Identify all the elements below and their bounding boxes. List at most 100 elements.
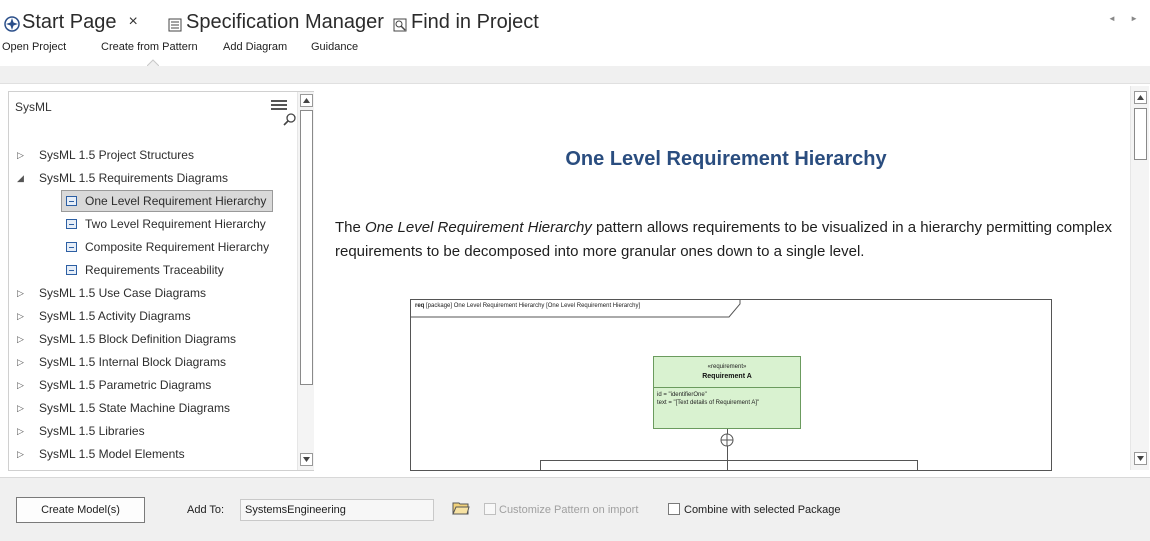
scroll-down-button[interactable] (300, 453, 313, 466)
pattern-icon (66, 265, 77, 275)
browse-package-button[interactable] (452, 499, 470, 517)
tab-specification-manager-label: Specification Manager (186, 10, 384, 33)
tree-item-label: SysML 1.5 Parametric Diagrams (39, 378, 212, 392)
tab-find-in-project[interactable]: Find in Project (393, 9, 539, 35)
child-requirements-bracket (540, 460, 918, 470)
expand-icon[interactable]: ▷ (17, 449, 29, 460)
tree-item-use-case-diagrams[interactable]: ▷ SysML 1.5 Use Case Diagrams (17, 282, 206, 304)
expand-icon[interactable]: ▷ (17, 288, 29, 299)
frame-text: [package] One Level Requirement Hierarch… (424, 303, 641, 309)
tree-item-requirements-diagrams[interactable]: ◢ SysML 1.5 Requirements Diagrams (17, 167, 228, 189)
expand-icon[interactable]: ▷ (17, 311, 29, 322)
tree-item-internal-block-diagrams[interactable]: ▷ SysML 1.5 Internal Block Diagrams (17, 351, 226, 373)
add-to-label: Add To: (187, 504, 225, 516)
pattern-diagram-preview: req [package] One Level Requirement Hier… (410, 299, 1052, 471)
tree-item-project-structures[interactable]: ▷ SysML 1.5 Project Structures (17, 144, 194, 166)
expand-icon[interactable]: ▷ (17, 380, 29, 391)
pattern-description: The One Level Requirement Hierarchy patt… (335, 216, 1120, 264)
containment-anchor-icon (720, 433, 734, 447)
tree-scrollbar[interactable] (297, 92, 314, 470)
compartment-divider (654, 387, 800, 388)
tree-header: SysML (9, 92, 297, 116)
collapse-icon[interactable]: ◢ (17, 173, 29, 184)
requirement-text: text = "[Text details of Requirement A]" (657, 400, 760, 406)
tab-start-page[interactable]: Start Page × (4, 9, 138, 35)
tree-item-one-level-requirement-hierarchy[interactable]: One Level Requirement Hierarchy (61, 190, 274, 212)
pattern-icon (66, 196, 77, 206)
hamburger-menu-icon[interactable] (271, 100, 287, 110)
chevron-up-icon (1137, 95, 1144, 100)
tree-item-parametric-diagrams[interactable]: ▷ SysML 1.5 Parametric Diagrams (17, 374, 211, 396)
customize-pattern-label: Customize Pattern on import (499, 504, 639, 516)
create-from-pattern-link[interactable]: Create from Pattern (101, 41, 198, 53)
tree-item-label: SysML 1.5 Internal Block Diagrams (39, 355, 226, 369)
scroll-up-button[interactable] (1134, 91, 1147, 104)
pattern-icon (66, 242, 77, 252)
tree-item-requirements-traceability[interactable]: Requirements Traceability (66, 259, 224, 281)
spec-manager-icon (168, 15, 182, 32)
tree-item-label: Two Level Requirement Hierarchy (85, 217, 266, 231)
chevron-down-icon (1137, 456, 1144, 461)
requirement-element: «requirement» Requirement A id = "identi… (653, 356, 801, 429)
expand-icon[interactable]: ▷ (17, 150, 29, 161)
close-tab-icon[interactable]: × (129, 13, 138, 31)
requirement-stereotype: «requirement» (707, 364, 747, 370)
expand-icon[interactable]: ▷ (17, 357, 29, 368)
add-diagram-link[interactable]: Add Diagram (223, 41, 287, 53)
tab-specification-manager[interactable]: Specification Manager (168, 9, 384, 35)
scroll-down-button[interactable] (1134, 452, 1147, 465)
scroll-up-button[interactable] (300, 94, 313, 107)
customize-pattern-checkbox[interactable] (484, 503, 496, 515)
chevron-down-icon (303, 457, 310, 462)
combine-package-checkbox[interactable] (668, 503, 680, 515)
pattern-title: One Level Requirement Hierarchy (565, 148, 887, 170)
pattern-tree-panel: SysML ▷ SysML 1.5 Project Structures ◢ S… (8, 91, 314, 471)
expand-icon[interactable]: ▷ (17, 334, 29, 345)
requirement-name: Requirement A (702, 373, 752, 380)
tree-item-two-level-requirement-hierarchy[interactable]: Two Level Requirement Hierarchy (66, 213, 266, 235)
diagram-frame-label: req [package] One Level Requirement Hier… (411, 300, 647, 316)
scroll-thumb[interactable] (300, 110, 313, 385)
tab-scroll-arrows[interactable]: ◄ ► (1108, 14, 1144, 23)
tree-item-label: SysML 1.5 Libraries (39, 424, 145, 438)
tab-start-page-label: Start Page (22, 10, 117, 33)
tree-item-block-definition-diagrams[interactable]: ▷ SysML 1.5 Block Definition Diagrams (17, 328, 236, 350)
pattern-detail-panel: One Level Requirement Hierarchy The One … (322, 86, 1130, 471)
toolbar-band (0, 66, 1150, 84)
desc-emphasis: One Level Requirement Hierarchy (365, 219, 592, 236)
tree-item-label: One Level Requirement Hierarchy (85, 194, 267, 208)
detail-scrollbar[interactable] (1130, 86, 1149, 470)
guidance-link[interactable]: Guidance (311, 41, 358, 53)
tree-item-label: SysML 1.5 Project Structures (39, 148, 194, 162)
start-page-toolbar: Open Project Create from Pattern Add Dia… (0, 38, 1150, 60)
scroll-thumb[interactable] (1134, 108, 1147, 160)
tree-item-composite-requirement-hierarchy[interactable]: Composite Requirement Hierarchy (66, 236, 269, 258)
document-tab-strip: Start Page × Specification Manager Find … (0, 0, 1150, 38)
combine-package-label: Combine with selected Package (684, 504, 841, 516)
folder-open-icon (452, 502, 470, 515)
tree-item-label: SysML 1.5 Model Elements (39, 447, 185, 461)
tree-item-label: SysML 1.5 Activity Diagrams (39, 309, 191, 323)
start-page-icon (4, 15, 20, 32)
tree-item-activity-diagrams[interactable]: ▷ SysML 1.5 Activity Diagrams (17, 305, 191, 327)
tree-item-state-machine-diagrams[interactable]: ▷ SysML 1.5 State Machine Diagrams (17, 397, 230, 419)
expand-icon[interactable]: ▷ (17, 426, 29, 437)
create-models-button[interactable]: Create Model(s) (16, 497, 145, 523)
tab-find-in-project-label: Find in Project (411, 10, 539, 33)
open-project-link[interactable]: Open Project (2, 41, 66, 53)
add-to-package-field[interactable]: SystemsEngineering (240, 499, 434, 521)
desc-text: The (335, 219, 366, 236)
tree-item-model-elements[interactable]: ▷ SysML 1.5 Model Elements (17, 443, 185, 465)
chevron-up-icon (303, 98, 310, 103)
tree-item-label: Composite Requirement Hierarchy (85, 240, 270, 254)
search-icon[interactable] (283, 112, 297, 126)
tree-item-label: SysML 1.5 Requirements Diagrams (39, 171, 228, 185)
pattern-actions-bar: Create Model(s) Add To: SystemsEngineeri… (0, 477, 1150, 541)
requirement-id: id = "identifierOne" (657, 392, 707, 398)
tree-item-label: SysML 1.5 Block Definition Diagrams (39, 332, 236, 346)
tree-item-label: Requirements Traceability (85, 263, 224, 277)
tree-item-label: SysML 1.5 Use Case Diagrams (39, 286, 206, 300)
find-in-project-icon (393, 15, 407, 32)
expand-icon[interactable]: ▷ (17, 403, 29, 414)
tree-item-libraries[interactable]: ▷ SysML 1.5 Libraries (17, 420, 145, 442)
